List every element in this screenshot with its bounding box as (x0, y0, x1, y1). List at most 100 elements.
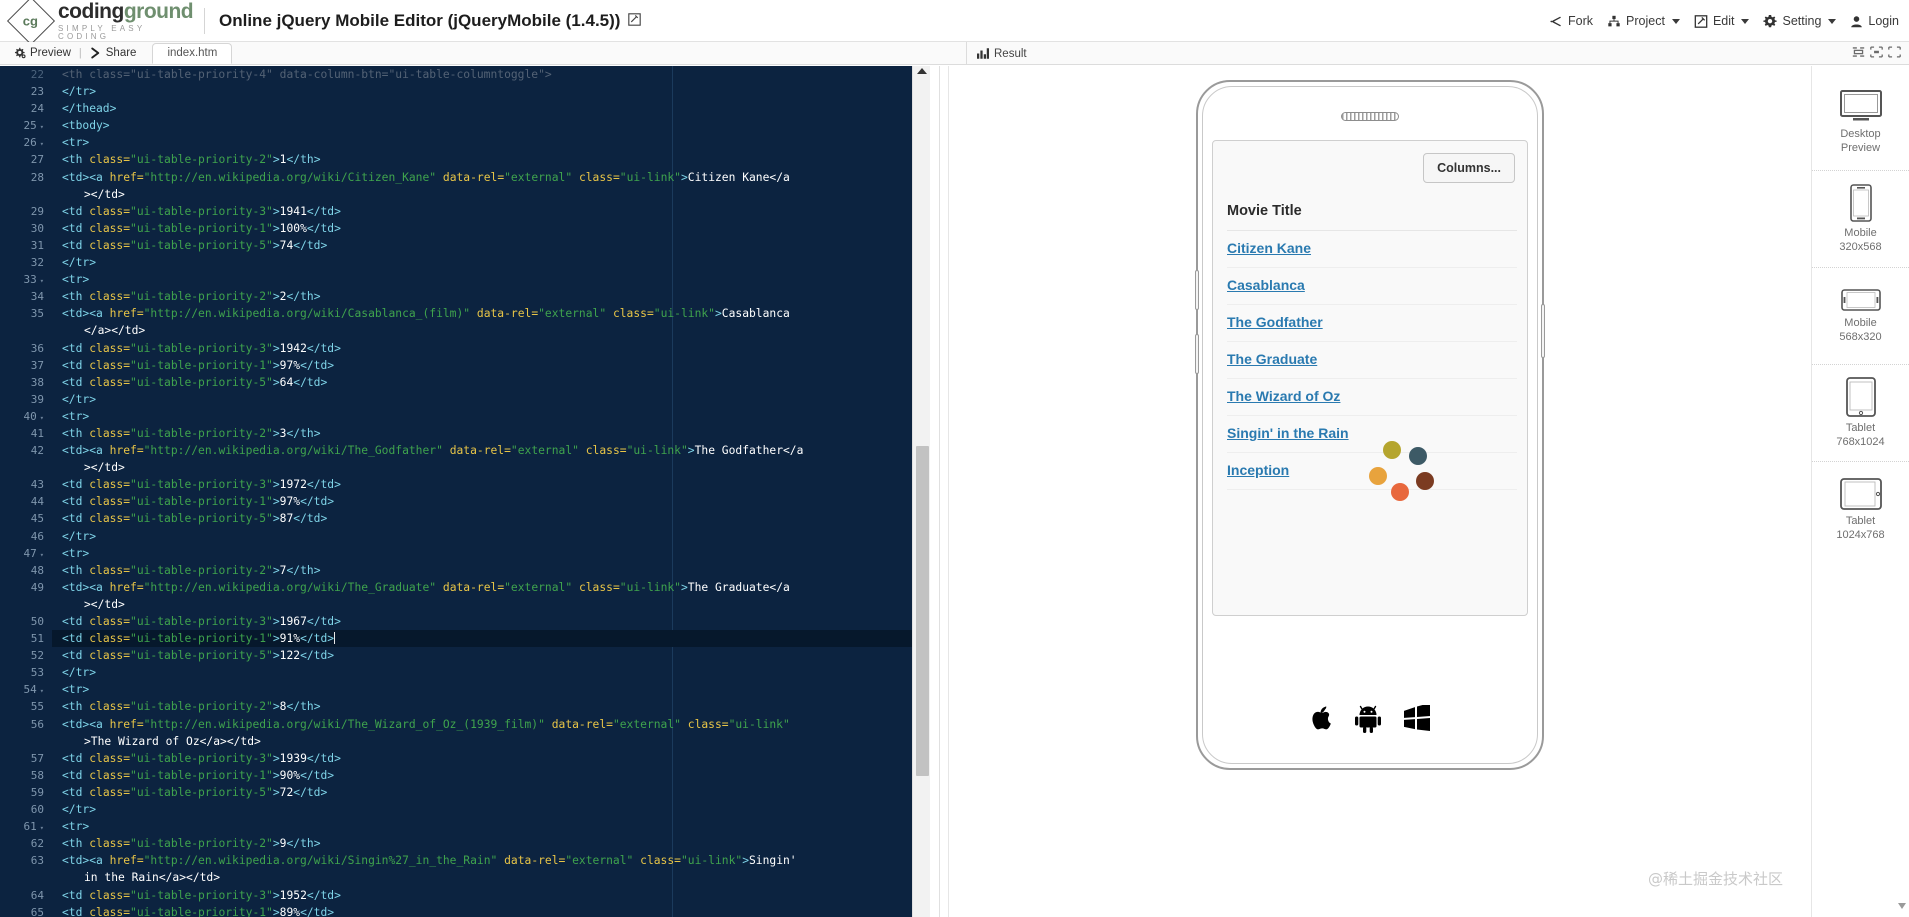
power-button[interactable] (1541, 304, 1545, 358)
gear-icon (1763, 15, 1778, 28)
code-line[interactable]: ></td> (52, 186, 930, 203)
code-line[interactable]: <tr> (52, 545, 930, 562)
movie-link[interactable]: Citizen Kane (1227, 240, 1311, 256)
code-line-active[interactable]: <td class="ui-table-priority-1">91%</td> (52, 630, 930, 648)
code-line[interactable]: <tr> (52, 408, 930, 425)
code-line[interactable]: >The Wizard of Oz</a></td> (52, 733, 930, 750)
code-line[interactable]: <td class="ui-table-priority-1">89%</td> (52, 904, 930, 917)
code-line[interactable]: </a></td> (52, 322, 930, 339)
code-line[interactable]: </tr> (52, 664, 930, 681)
preview-button[interactable]: Preview (8, 47, 77, 59)
header-item-setting[interactable]: Setting (1763, 14, 1837, 28)
code-line[interactable]: <td class="ui-table-priority-5">64</td> (52, 374, 930, 391)
code-line[interactable]: <td class="ui-table-priority-1">100%</td… (52, 220, 930, 237)
header-item-login[interactable]: Login (1850, 14, 1899, 28)
code-line[interactable]: <td class="ui-table-priority-1">97%</td> (52, 357, 930, 374)
code-line[interactable]: <td><a href="http://en.wikipedia.org/wik… (52, 852, 930, 869)
code-line[interactable]: <th class="ui-table-priority-2">7</th> (52, 562, 930, 579)
code-token-punct (572, 171, 579, 184)
code-line[interactable]: <td class="ui-table-priority-5">74</td> (52, 237, 930, 254)
scroll-up-arrow-icon[interactable] (917, 68, 927, 74)
code-line[interactable]: </tr> (52, 254, 930, 271)
code-line[interactable]: in the Rain</a></td> (52, 869, 930, 886)
device-option-label: Mobile 320x568 (1839, 226, 1882, 253)
share-button[interactable]: Share (84, 47, 143, 59)
code-editor[interactable]: 22 23 242526 27 28 29 30 31 3233 34 35 36 37 38 39 4041… (0, 66, 930, 917)
movie-link[interactable]: Singin' in the Rain (1227, 425, 1349, 441)
rail-scroll-down-icon[interactable] (1898, 903, 1906, 909)
code-line[interactable]: <tr> (52, 681, 930, 698)
code-line[interactable]: </thead> (52, 100, 930, 117)
line-number: 33 (0, 271, 52, 288)
code-line[interactable]: <th class="ui-table-priority-2">3</th> (52, 425, 930, 442)
code-line[interactable]: <td><a href="http://en.wikipedia.org/wik… (52, 305, 930, 322)
code-line[interactable]: <td class="ui-table-priority-5">87</td> (52, 510, 930, 527)
movie-link[interactable]: Casablanca (1227, 277, 1305, 293)
code-line[interactable]: </tr> (52, 83, 930, 100)
device-option-tablet-portrait[interactable]: Tablet 768x1024 (1812, 365, 1909, 462)
file-tab-index-htm[interactable]: index.htm (152, 43, 233, 64)
device-option-mobile-portrait[interactable]: Mobile 320x568 (1812, 171, 1909, 268)
brand-logo[interactable]: cg codingground SIMPLY EASY CODING (0, 0, 200, 45)
code-line[interactable]: ></td> (52, 596, 930, 613)
code-token-punct: > (272, 426, 280, 440)
movie-link[interactable]: The Wizard of Oz (1227, 388, 1340, 404)
phone-screen[interactable]: Columns... Movie Title Citizen Kane Casab… (1212, 140, 1528, 616)
volume-up-button[interactable] (1195, 270, 1199, 310)
code-line[interactable]: <td class="ui-table-priority-3">1939</td… (52, 750, 930, 767)
spinner-dot (1409, 447, 1427, 465)
minimize-icon[interactable] (1870, 46, 1883, 58)
code-line[interactable]: <td class="ui-table-priority-1">90%</td> (52, 767, 930, 784)
code-line[interactable]: <td class="ui-table-priority-1">97%</td> (52, 493, 930, 510)
code-line[interactable]: <th class="ui-table-priority-2">2</th> (52, 288, 930, 305)
code-line[interactable]: </tr> (52, 528, 930, 545)
code-line[interactable]: <td class="ui-table-priority-3">1972</td… (52, 476, 930, 493)
restore-icon[interactable] (1852, 46, 1865, 58)
code-token-punct: </tr> (62, 803, 97, 817)
code-line[interactable]: <td><a href="http://en.wikipedia.org/wik… (52, 169, 930, 186)
code-line[interactable]: <td class="ui-table-priority-5">122</td> (52, 647, 930, 664)
device-option-tablet-landscape[interactable]: Tablet 1024x768 (1812, 462, 1909, 559)
editor-scrollbar[interactable] (912, 66, 930, 917)
header-item-fork[interactable]: Fork (1549, 14, 1593, 28)
editor-scrollbar-thumb[interactable] (916, 446, 929, 776)
code-line[interactable]: <td><a href="http://en.wikipedia.org/wik… (52, 579, 930, 596)
code-content[interactable]: <th class="ui-table-priority-4" data-col… (52, 66, 930, 917)
line-number: 37 (30, 358, 44, 372)
code-line[interactable]: <td class="ui-table-priority-3">1941</td… (52, 203, 930, 220)
code-line[interactable]: </tr> (52, 801, 930, 818)
code-line[interactable]: ></td> (52, 459, 930, 476)
code-line[interactable]: <tr> (52, 134, 930, 151)
code-line[interactable]: <td><a href="http://en.wikipedia.org/wik… (52, 716, 930, 733)
code-line[interactable]: <th class="ui-table-priority-2">9</th> (52, 835, 930, 852)
code-line[interactable]: </tr> (52, 391, 930, 408)
code-line[interactable]: <th class="ui-table-priority-2">1</th> (52, 151, 930, 168)
movie-link[interactable]: Inception (1227, 462, 1289, 478)
code-line[interactable]: <td class="ui-table-priority-3">1942</td… (52, 340, 930, 357)
volume-down-button[interactable] (1195, 334, 1199, 374)
code-line[interactable]: <td><a href="http://en.wikipedia.org/wik… (52, 442, 930, 459)
code-line[interactable]: <th class="ui-table-priority-4" data-col… (52, 66, 930, 83)
code-line[interactable]: <td class="ui-table-priority-3">1967</td… (52, 613, 930, 630)
fullscreen-icon[interactable] (1888, 46, 1901, 58)
device-option-mobile-landscape[interactable]: Mobile 568x320 (1812, 268, 1909, 365)
code-line[interactable]: <th class="ui-table-priority-2">8</th> (52, 698, 930, 715)
code-line[interactable]: <tbody> (52, 117, 930, 134)
code-token-str: "ui-link" (653, 307, 715, 321)
code-token-attr: class= (89, 426, 131, 440)
edit-square-icon[interactable] (628, 12, 642, 29)
code-line[interactable]: <tr> (52, 818, 930, 835)
columns-button[interactable]: Columns... (1423, 153, 1515, 183)
device-option-desktop[interactable]: Desktop Preview (1812, 74, 1909, 171)
code-token-punct: </tr> (62, 85, 97, 99)
code-line[interactable]: <td class="ui-table-priority-3">1952</td… (52, 887, 930, 904)
code-line[interactable]: <td class="ui-table-priority-5">72</td> (52, 784, 930, 801)
movie-link[interactable]: The Graduate (1227, 351, 1317, 367)
pane-divider[interactable] (930, 66, 948, 917)
header-item-edit[interactable]: Edit (1694, 14, 1750, 28)
movie-link[interactable]: The Godfather (1227, 314, 1323, 330)
header-item-project[interactable]: Project (1607, 14, 1680, 28)
line-number: 61 (0, 818, 52, 835)
code-line[interactable]: <tr> (52, 271, 930, 288)
share-label: Share (105, 46, 137, 59)
